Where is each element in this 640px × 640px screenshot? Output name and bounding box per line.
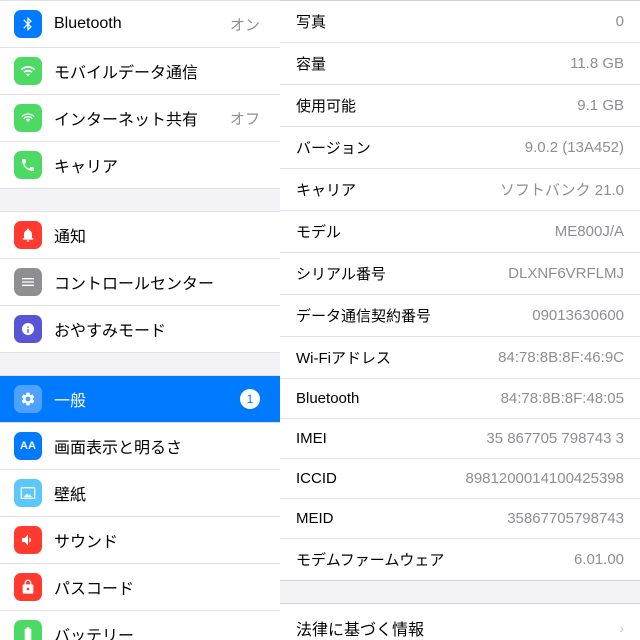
info-value-photos: 0 xyxy=(616,13,624,30)
info-row-iccid: ICCID 8981200014100425398 xyxy=(280,459,640,499)
info-row-wifi: Wi-Fiアドレス 84:78:8B:8F:46:9C xyxy=(280,337,640,379)
info-label-carrier: キャリア xyxy=(296,179,356,200)
info-value-capacity: 11.8 GB xyxy=(570,55,624,72)
info-row-modem: モデムファームウェア 6.01.00 xyxy=(280,539,640,580)
sidebar-item-passcode[interactable]: パスコード xyxy=(0,564,280,611)
sidebar-item-general-label: 一般 xyxy=(54,387,240,411)
sidebar-item-hotspot[interactable]: インターネット共有 オフ xyxy=(0,95,280,142)
info-value-imei: 35 867705 798743 3 xyxy=(486,430,624,447)
info-label-capacity: 容量 xyxy=(296,53,326,74)
sidebar-item-general[interactable]: 一般 1 xyxy=(0,375,280,423)
settings-sidebar: Bluetooth オン モバイルデータ通信 インターネット共有 オフ キャリア xyxy=(0,0,280,640)
sidebar-item-wallpaper-label: 壁紙 xyxy=(54,481,266,505)
info-value-model: ME800J/A xyxy=(555,223,624,240)
info-value-data-contract: 09013630600 xyxy=(532,307,624,324)
sidebar-item-hotspot-value: オフ xyxy=(230,108,260,129)
sidebar-group-notifications: 通知 コントロールセンター おやすみモード xyxy=(0,211,280,353)
device-info-group: 写真 0 容量 11.8 GB 使用可能 9.1 GB バージョン 9.0.2 … xyxy=(280,0,640,581)
info-value-wifi: 84:78:8B:8F:46:9C xyxy=(498,349,624,366)
carrier-icon xyxy=(14,151,42,179)
sidebar-item-bluetooth[interactable]: Bluetooth オン xyxy=(0,0,280,48)
info-value-modem: 6.01.00 xyxy=(574,551,624,568)
sidebar-item-control-center-label: コントロールセンター xyxy=(54,270,266,294)
info-row-meid: MEID 35867705798743 xyxy=(280,499,640,539)
sidebar-item-mobile-data[interactable]: モバイルデータ通信 xyxy=(0,48,280,95)
legal-chevron-icon: › xyxy=(619,620,624,636)
display-icon: AA xyxy=(14,432,42,460)
info-label-version: バージョン xyxy=(296,137,371,158)
sidebar-item-sounds[interactable]: サウンド xyxy=(0,517,280,564)
sidebar-item-battery[interactable]: バッテリー xyxy=(0,611,280,640)
info-label-meid: MEID xyxy=(296,510,334,527)
sidebar-item-carrier[interactable]: キャリア xyxy=(0,142,280,189)
info-label-modem: モデムファームウェア xyxy=(296,549,444,570)
info-row-serial: シリアル番号 DLXNF6VRFLMJ xyxy=(280,253,640,295)
info-row-model: モデル ME800J/A xyxy=(280,211,640,253)
sidebar-item-bluetooth-value: オン xyxy=(230,14,260,35)
info-value-carrier: ソフトバンク 21.0 xyxy=(500,179,624,200)
info-row-capacity: 容量 11.8 GB xyxy=(280,43,640,85)
do-not-disturb-icon xyxy=(14,315,42,343)
sidebar-item-display-label: 画面表示と明るさ xyxy=(54,434,266,458)
info-label-data-contract: データ通信契約番号 xyxy=(296,305,431,326)
wallpaper-icon xyxy=(14,479,42,507)
info-label-iccid: ICCID xyxy=(296,470,337,487)
hotspot-icon xyxy=(14,104,42,132)
info-label-imei: IMEI xyxy=(296,430,327,447)
info-row-version: バージョン 9.0.2 (13A452) xyxy=(280,127,640,169)
notifications-icon xyxy=(14,221,42,249)
info-label-available: 使用可能 xyxy=(296,95,356,116)
sidebar-group-general: 一般 1 AA 画面表示と明るさ 壁紙 サウンド パスコード xyxy=(0,375,280,640)
info-value-version: 9.0.2 (13A452) xyxy=(525,139,624,156)
info-label-model: モデル xyxy=(296,221,341,242)
sidebar-item-hotspot-label: インターネット共有 xyxy=(54,106,230,130)
sidebar-item-display[interactable]: AA 画面表示と明るさ xyxy=(0,423,280,470)
bluetooth-icon xyxy=(14,10,42,38)
sidebar-item-do-not-disturb[interactable]: おやすみモード xyxy=(0,306,280,353)
general-badge: 1 xyxy=(240,389,260,409)
sidebar-item-notifications[interactable]: 通知 xyxy=(0,211,280,259)
mobile-data-icon xyxy=(14,57,42,85)
info-value-serial: DLXNF6VRFLMJ xyxy=(508,265,624,282)
control-center-icon xyxy=(14,268,42,296)
sidebar-group-connectivity: Bluetooth オン モバイルデータ通信 インターネット共有 オフ キャリア xyxy=(0,0,280,189)
sounds-icon xyxy=(14,526,42,554)
sidebar-item-mobile-data-label: モバイルデータ通信 xyxy=(54,59,266,83)
info-label-serial: シリアル番号 xyxy=(296,263,386,284)
sidebar-item-do-not-disturb-label: おやすみモード xyxy=(54,317,266,341)
sidebar-item-passcode-label: パスコード xyxy=(54,575,266,599)
sidebar-item-wallpaper[interactable]: 壁紙 xyxy=(0,470,280,517)
sidebar-item-notifications-label: 通知 xyxy=(54,223,266,247)
info-value-bluetooth: 84:78:8B:8F:48:05 xyxy=(501,390,624,407)
info-value-available: 9.1 GB xyxy=(577,97,624,114)
info-row-carrier: キャリア ソフトバンク 21.0 xyxy=(280,169,640,211)
info-row-available: 使用可能 9.1 GB xyxy=(280,85,640,127)
info-value-iccid: 8981200014100425398 xyxy=(465,470,624,487)
sidebar-item-carrier-label: キャリア xyxy=(54,153,266,177)
info-label-photos: 写真 xyxy=(296,11,326,32)
legal-info-row[interactable]: 法律に基づく情報 › xyxy=(280,603,640,640)
info-label-bluetooth: Bluetooth xyxy=(296,390,359,407)
sidebar-item-sounds-label: サウンド xyxy=(54,528,266,552)
battery-icon xyxy=(14,620,42,640)
sidebar-item-battery-label: バッテリー xyxy=(54,622,266,640)
detail-panel: 写真 0 容量 11.8 GB 使用可能 9.1 GB バージョン 9.0.2 … xyxy=(280,0,640,640)
info-row-imei: IMEI 35 867705 798743 3 xyxy=(280,419,640,459)
info-row-bluetooth: Bluetooth 84:78:8B:8F:48:05 xyxy=(280,379,640,419)
info-value-meid: 35867705798743 xyxy=(507,510,624,527)
legal-info-label: 法律に基づく情報 xyxy=(296,616,424,640)
sidebar-item-control-center[interactable]: コントロールセンター xyxy=(0,259,280,306)
info-row-photos: 写真 0 xyxy=(280,1,640,43)
general-icon xyxy=(14,385,42,413)
info-label-wifi: Wi-Fiアドレス xyxy=(296,347,391,368)
sidebar-item-bluetooth-label: Bluetooth xyxy=(54,15,230,33)
passcode-icon xyxy=(14,573,42,601)
info-row-data-contract: データ通信契約番号 09013630600 xyxy=(280,295,640,337)
